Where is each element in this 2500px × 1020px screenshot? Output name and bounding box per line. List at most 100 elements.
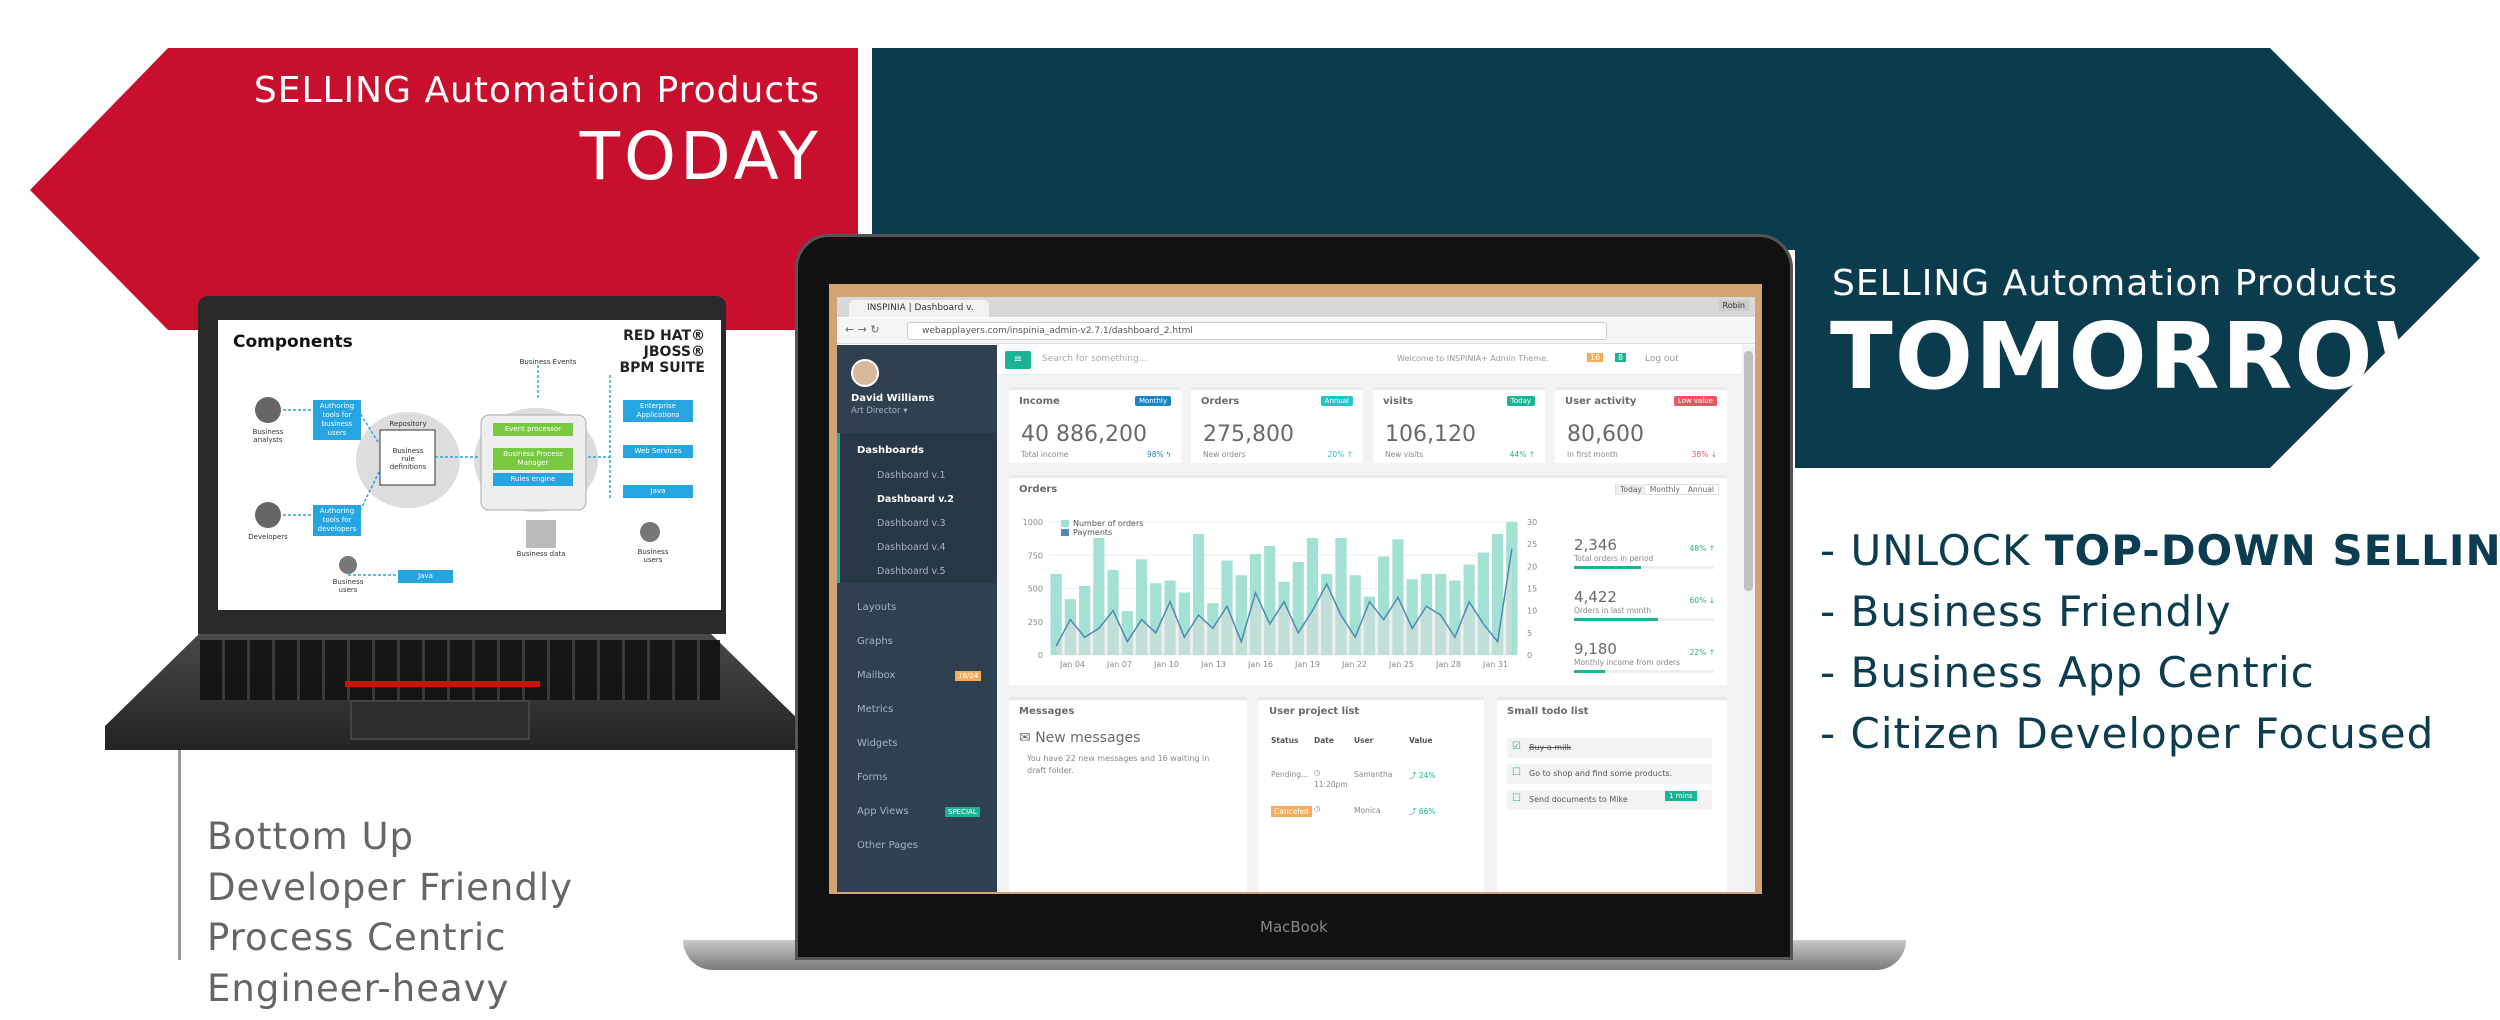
y-tick-left: 500	[1028, 585, 1043, 594]
stat-pct: 44% ↑	[1509, 450, 1535, 459]
clock-icon: ◷	[1314, 768, 1321, 777]
todo-item[interactable]: ☑ Buy a milk	[1507, 738, 1712, 758]
search-input[interactable]: Search for something...	[1042, 354, 1147, 364]
side-stat-pct: 60% ↓	[1689, 596, 1715, 605]
todo-tag: 1 mins	[1665, 791, 1697, 801]
table-status: Canceled	[1271, 806, 1312, 817]
scrollbar-thumb[interactable]	[1744, 351, 1753, 591]
table-value: ⤴ 66%	[1409, 807, 1436, 816]
x-tick: Jan 10	[1153, 660, 1179, 669]
app-views-badge: SPECIAL	[945, 807, 980, 817]
sidebar: David Williams Art Director ▾ Dashboards…	[837, 345, 997, 892]
side-stat-bar-fill	[1574, 566, 1642, 569]
stat-value: 80,600	[1567, 422, 1644, 447]
stat-badge: Annual	[1320, 396, 1353, 406]
legend-label: Number of orders	[1073, 519, 1143, 528]
profile-chip[interactable]: Robin	[1718, 300, 1749, 311]
todo-checkbox[interactable]: ☐	[1512, 793, 1521, 804]
user-project-panel: User project list Status Date User Value Pen…	[1259, 697, 1484, 892]
enterprise-apps-box: Enterprise Applications	[623, 400, 693, 422]
messages-panel: Messages ✉ New messages You have 22 new …	[1009, 697, 1247, 892]
y-tick-right: 5	[1527, 629, 1532, 638]
stat-sub: Total income	[1021, 450, 1069, 459]
table-header: Date	[1314, 736, 1334, 745]
orders-tab-monthly[interactable]: Monthly	[1646, 484, 1684, 495]
menu-toggle-icon[interactable]: ≡	[1005, 351, 1031, 369]
stat-card: Orders Annual 275,800 New orders 20% ↑	[1191, 387, 1363, 463]
side-stat-value: 2,346	[1574, 536, 1617, 554]
dashboard-main: ≡ Search for something... Welcome to INS…	[997, 345, 1742, 892]
sidebar-subitem[interactable]: Dashboard v.3	[877, 518, 946, 529]
url-field[interactable]: webapplayers.com/inspinia_admin-v2.7.1/d…	[907, 322, 1607, 340]
sidebar-subitem[interactable]: Dashboard v.4	[877, 542, 946, 553]
stat-badge: Today	[1506, 396, 1535, 406]
table-user: Monica	[1354, 806, 1381, 815]
sidebar-item-app-views[interactable]: App Views	[857, 806, 909, 817]
sidebar-user-name[interactable]: David Williams	[851, 393, 935, 404]
user-icon-right	[640, 522, 660, 542]
side-stat-label: Monthly income from orders	[1574, 658, 1681, 667]
authoring-dev-box: Authoring tools for developers	[313, 505, 361, 536]
orders-tab-annual[interactable]: Annual	[1684, 484, 1718, 495]
bottom-java-box: Java	[398, 570, 453, 583]
stat-badge: Low value	[1673, 396, 1717, 406]
bullet-4: - Citizen Developer Focused	[1820, 709, 2435, 758]
thinkpad-keyboard	[200, 640, 720, 700]
sidebar-subitem[interactable]: Dashboard v.5	[877, 566, 946, 577]
new-messages-text: New messages	[1035, 730, 1141, 746]
sidebar-item-mailbox[interactable]: Mailbox	[857, 670, 895, 681]
stat-pct: 20% ↑	[1327, 450, 1353, 459]
today-list-item: Process Centric	[207, 916, 507, 959]
y-tick-right: 20	[1527, 562, 1537, 571]
sidebar-item-metrics[interactable]: Metrics	[857, 704, 893, 715]
side-stat-bar-fill	[1574, 670, 1605, 673]
tomorrow-bullets: - UNLOCK TOP-DOWN SELLING - Business Fri…	[1820, 520, 2500, 764]
table-date: 11:20pm	[1314, 780, 1348, 789]
logout-link[interactable]: Log out	[1645, 354, 1679, 364]
y-tick-left: 750	[1028, 551, 1043, 560]
orders-period-tabs: Today Monthly Annual	[1615, 484, 1719, 495]
analyst-icon	[255, 397, 281, 423]
bullet-1-prefix: - UNLOCK	[1820, 526, 2045, 575]
todo-item[interactable]: ☐ Go to shop and find some products.	[1507, 764, 1712, 784]
stat-sub: New visits	[1385, 450, 1424, 459]
y-tick-right: 0	[1527, 651, 1532, 660]
avatar[interactable]	[851, 359, 879, 387]
business-data-label: Business data	[516, 550, 566, 558]
side-stat-pct: 22% ↑	[1689, 648, 1715, 657]
orders-chart: 0 250 500 750 1000 0 5 10 15 20 25 30 Jan 04 Jan 07 Ja…	[1023, 518, 1538, 669]
sidebar-item-other-pages[interactable]: Other Pages	[857, 840, 918, 851]
page-scrollbar[interactable]	[1742, 345, 1755, 892]
x-tick: Jan 19	[1294, 660, 1320, 669]
y-tick-right: 30	[1527, 518, 1537, 527]
side-stat-bar	[1574, 670, 1714, 673]
authoring-business-box: Authoring tools for business users	[313, 400, 361, 440]
y-tick-left: 250	[1028, 618, 1043, 627]
sidebar-subitem[interactable]: Dashboard v.1	[877, 470, 946, 481]
stat-pct: 38% ↓	[1691, 450, 1717, 459]
sidebar-item-dashboards[interactable]: Dashboards	[857, 445, 924, 456]
macbook-label: MacBook	[1260, 918, 1328, 936]
messages-badge[interactable]: 16	[1587, 353, 1604, 362]
todo-checkbox[interactable]: ☐	[1512, 767, 1521, 778]
orders-tab-today[interactable]: Today	[1616, 484, 1646, 495]
sidebar-subitem-active[interactable]: Dashboard v.2	[877, 494, 954, 505]
side-stat-pct: 48% ↑	[1689, 544, 1715, 553]
sidebar-item-widgets[interactable]: Widgets	[857, 738, 897, 749]
y-tick-right: 25	[1527, 540, 1537, 549]
sidebar-item-layouts[interactable]: Layouts	[857, 602, 896, 613]
stat-sub: New orders	[1203, 450, 1246, 459]
table-user: Samantha	[1354, 770, 1393, 779]
nav-arrows-icon[interactable]: ← → ↻	[845, 323, 880, 336]
todo-checkbox[interactable]: ☑	[1512, 741, 1521, 752]
components-title: Components	[233, 332, 353, 352]
alerts-badge[interactable]: 8	[1615, 353, 1627, 362]
sidebar-item-graphs[interactable]: Graphs	[857, 636, 893, 647]
stat-pct: 98% ϟ	[1146, 450, 1171, 459]
browser-tab[interactable]: INSPINIA | Dashboard v.	[849, 300, 989, 317]
sidebar-item-forms[interactable]: Forms	[857, 772, 887, 783]
side-stat-value: 4,422	[1574, 588, 1617, 606]
projects-title: User project list	[1269, 706, 1360, 717]
sidebar-user-role[interactable]: Art Director ▾	[851, 406, 907, 416]
top-navbar: ≡ Search for something... Welcome to INS…	[997, 345, 1742, 375]
